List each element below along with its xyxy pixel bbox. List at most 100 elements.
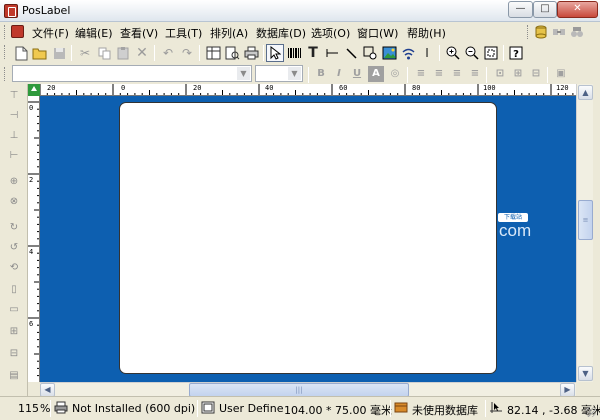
scroll-up-button[interactable]: ▲ bbox=[578, 85, 593, 100]
center-horizontal-icon[interactable]: ⊞ bbox=[6, 324, 22, 340]
toolbar-separator bbox=[308, 67, 309, 83]
menu-tools[interactable]: 工具(T) bbox=[165, 25, 202, 41]
align-bottom-icon[interactable]: ⊥ bbox=[6, 128, 22, 144]
align-middle-icon[interactable]: ⊣ bbox=[6, 108, 22, 124]
undo-icon[interactable]: ↶ bbox=[159, 44, 177, 62]
rotate-180-icon[interactable]: ↺ bbox=[6, 240, 22, 256]
line-tool-icon[interactable] bbox=[323, 44, 341, 62]
menu-options[interactable]: 选项(O) bbox=[311, 25, 350, 41]
ruler-h-label: 120 bbox=[556, 84, 569, 92]
ungroup-icon[interactable]: ⊞ bbox=[510, 66, 526, 82]
align-vertical-icon[interactable]: ⊢ bbox=[6, 148, 22, 164]
horizontal-scrollbar[interactable]: ◀ ||| ▶ bbox=[40, 382, 576, 397]
menu-database[interactable]: 数据库(D) bbox=[256, 25, 306, 41]
same-width-icon[interactable]: ▭ bbox=[6, 302, 22, 318]
label-page[interactable] bbox=[119, 102, 497, 374]
chevron-down-icon[interactable]: ▼ bbox=[237, 67, 250, 80]
scroll-corner bbox=[576, 382, 593, 396]
data-link-icon[interactable] bbox=[550, 23, 568, 41]
align-objects-icon[interactable]: ⊟ bbox=[528, 66, 544, 82]
toolbar-grip[interactable] bbox=[4, 45, 7, 59]
maximize-button[interactable]: □ bbox=[533, 1, 557, 18]
center-vertical-icon[interactable]: ⊟ bbox=[6, 346, 22, 362]
format-toolbar: ▼ ▼ B I U A ◎ ≡ ≡ ≡ ≡ ⊡ ⊞ ⊟ ▣ bbox=[0, 64, 600, 84]
redo-icon[interactable]: ↷ bbox=[178, 44, 196, 62]
help-icon[interactable]: ? bbox=[507, 44, 525, 62]
minimize-button[interactable]: — bbox=[508, 1, 533, 18]
menu-help[interactable]: 帮助(H) bbox=[407, 25, 446, 41]
text-tool-icon[interactable]: T bbox=[304, 44, 322, 62]
align-top-icon[interactable]: ⊤ bbox=[6, 88, 22, 104]
save-icon[interactable] bbox=[50, 44, 68, 62]
delete-icon[interactable]: ✕ bbox=[133, 44, 151, 62]
inverse-text-icon[interactable]: A bbox=[368, 66, 384, 82]
size-grip[interactable] bbox=[586, 407, 596, 417]
text-cursor-icon[interactable]: Ⅰ bbox=[418, 44, 436, 62]
toolbar-separator bbox=[71, 45, 72, 61]
vertical-scroll-thumb[interactable]: ≡ bbox=[578, 200, 593, 240]
bold-icon[interactable]: B bbox=[313, 66, 329, 82]
chevron-down-icon[interactable]: ▼ bbox=[288, 67, 301, 80]
menu-view[interactable]: 查看(V) bbox=[120, 25, 158, 41]
select-pointer-icon[interactable] bbox=[266, 44, 284, 62]
distribute-h-icon[interactable]: ⊕ bbox=[6, 174, 22, 190]
text-effect-icon[interactable]: ◎ bbox=[387, 66, 403, 82]
italic-icon[interactable]: I bbox=[331, 66, 347, 82]
fit-page-icon[interactable] bbox=[482, 44, 500, 62]
menu-file[interactable]: 文件(F) bbox=[32, 25, 69, 41]
diagonal-line-icon[interactable] bbox=[342, 44, 360, 62]
scroll-down-button[interactable]: ▼ bbox=[578, 366, 593, 381]
database-icon[interactable] bbox=[532, 23, 550, 41]
shape-tool-icon[interactable] bbox=[361, 44, 379, 62]
distribute-v-icon[interactable]: ⊗ bbox=[6, 194, 22, 210]
rotate-90-icon[interactable]: ↻ bbox=[6, 220, 22, 236]
new-file-icon[interactable] bbox=[12, 44, 30, 62]
close-button[interactable]: ✕ bbox=[557, 1, 598, 18]
print-icon[interactable] bbox=[242, 44, 260, 62]
format-grip[interactable] bbox=[4, 67, 7, 81]
underline-icon[interactable]: U bbox=[349, 66, 365, 82]
same-height-icon[interactable]: ▯ bbox=[6, 282, 22, 298]
poslabel-app-icon[interactable] bbox=[4, 4, 18, 18]
paste-icon[interactable] bbox=[114, 44, 132, 62]
group-icon[interactable]: ⊡ bbox=[492, 66, 508, 82]
print-preview-icon[interactable] bbox=[223, 44, 241, 62]
tools-grip[interactable] bbox=[527, 25, 530, 39]
ruler-h-label: 20 bbox=[47, 84, 56, 92]
ruler-corner-button[interactable] bbox=[28, 84, 40, 96]
rotate-270-icon[interactable]: ⟲ bbox=[6, 260, 22, 276]
ruler-h-label: 40 bbox=[265, 84, 274, 92]
align-right-icon[interactable]: ≡ bbox=[449, 66, 465, 82]
ruler-v-label: 4 bbox=[29, 248, 34, 256]
menu-edit[interactable]: 编辑(E) bbox=[75, 25, 113, 41]
menu-grip[interactable] bbox=[4, 25, 7, 39]
scroll-right-button[interactable]: ▶ bbox=[560, 383, 575, 397]
menu-bar: 文件(F) 编辑(E) 查看(V) 工具(T) 排列(A) 数据库(D) 选项(… bbox=[0, 22, 600, 42]
menu-window[interactable]: 窗口(W) bbox=[357, 25, 398, 41]
align-center-icon[interactable]: ≡ bbox=[431, 66, 447, 82]
vertical-scrollbar[interactable]: ▲ ≡ ▼ bbox=[576, 84, 593, 382]
document-icon[interactable] bbox=[11, 25, 24, 38]
font-name-select[interactable]: ▼ bbox=[12, 65, 252, 82]
cursor-position-icon bbox=[489, 401, 503, 414]
image-tool-icon[interactable] bbox=[380, 44, 398, 62]
menu-arrange[interactable]: 排列(A) bbox=[210, 25, 248, 41]
page-setup-icon[interactable] bbox=[204, 44, 222, 62]
design-canvas[interactable]: 下载站 com bbox=[40, 96, 576, 382]
title-bar: PosLabel — □ ✕ bbox=[0, 0, 600, 22]
barcode-icon[interactable] bbox=[285, 44, 303, 62]
align-left-icon[interactable]: ≡ bbox=[413, 66, 429, 82]
zoom-in-icon[interactable] bbox=[444, 44, 462, 62]
cut-icon[interactable]: ✂ bbox=[76, 44, 94, 62]
copy-icon[interactable] bbox=[95, 44, 113, 62]
scroll-left-button[interactable]: ◀ bbox=[40, 383, 55, 397]
align-justify-icon[interactable]: ≡ bbox=[467, 66, 483, 82]
rfid-icon[interactable] bbox=[399, 44, 417, 62]
lock-object-icon[interactable]: ▣ bbox=[553, 66, 569, 82]
order-front-icon[interactable]: ▤ bbox=[6, 368, 22, 384]
zoom-out-icon[interactable] bbox=[463, 44, 481, 62]
open-folder-icon[interactable] bbox=[31, 44, 49, 62]
font-size-select[interactable]: ▼ bbox=[255, 65, 303, 82]
binoculars-icon[interactable] bbox=[568, 23, 586, 41]
horizontal-scroll-thumb[interactable]: ||| bbox=[189, 383, 409, 397]
